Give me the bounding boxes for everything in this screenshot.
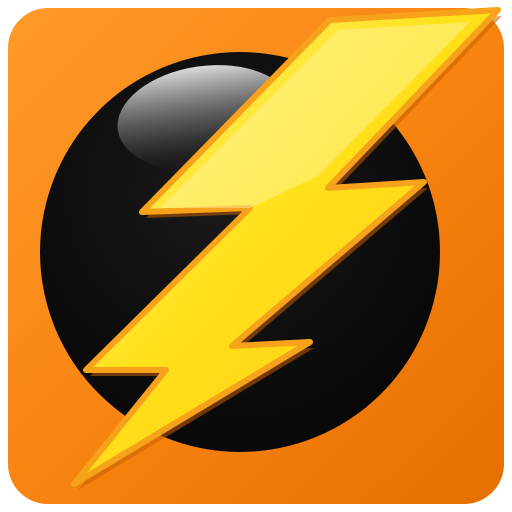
lightning-app-icon-graphic xyxy=(8,7,504,504)
app-icon[interactable] xyxy=(0,0,512,512)
